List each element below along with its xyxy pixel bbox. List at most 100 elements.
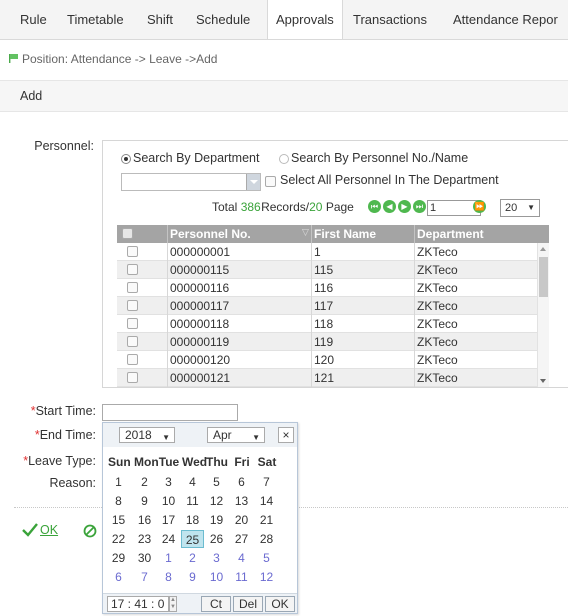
table-row[interactable]: 000000117 117 ZKTeco [117,297,537,315]
calendar-day[interactable]: 3 [205,549,228,567]
calendar-day[interactable]: 9 [133,492,156,510]
calendar-day[interactable]: 26 [205,530,228,548]
prev-page-icon[interactable]: ◀ [383,200,396,213]
calendar-day[interactable]: 28 [255,530,278,548]
calendar-day[interactable]: 23 [133,530,156,548]
calendar-day[interactable]: 2 [181,549,204,567]
calendar-day[interactable]: 11 [230,568,253,586]
column-header-first-name[interactable]: First Name [311,225,414,243]
row-checkbox[interactable] [127,282,138,293]
current-time-button[interactable]: Ct [201,596,231,612]
calendar-day[interactable]: 21 [255,511,278,529]
calendar-day[interactable]: 29 [107,549,130,567]
calendar-day[interactable]: 12 [205,492,228,510]
time-spinner[interactable]: ▲ ▼ [169,596,177,612]
year-select[interactable]: 2018 ▼ [119,427,175,443]
calendar-day[interactable]: 1 [107,473,130,491]
calendar-day[interactable]: 20 [230,511,253,529]
table-scrollbar[interactable] [537,243,549,387]
row-checkbox[interactable] [127,300,138,311]
calendar-day[interactable]: 9 [181,568,204,586]
calendar-day[interactable]: 4 [181,473,204,491]
cell-department: ZKTeco [414,369,537,387]
calendar-day[interactable]: 17 [157,511,180,529]
start-time-input[interactable] [102,404,238,421]
start-time-label-text: Start Time: [35,404,96,418]
time-input[interactable]: 17 : 41 : 0 [107,596,169,612]
row-checkbox[interactable] [127,336,138,347]
calendar-day[interactable]: 1 [157,549,180,567]
page-size-select[interactable]: 20 ▼ [500,199,540,217]
row-checkbox[interactable] [127,264,138,275]
tab-schedule[interactable]: Schedule [188,0,258,39]
calendar-day[interactable]: 19 [205,511,228,529]
calendar-day[interactable]: 8 [157,568,180,586]
row-checkbox[interactable] [127,372,138,383]
close-icon[interactable]: × [278,427,294,443]
delete-date-button[interactable]: Del [233,596,263,612]
column-header-department[interactable]: Department [414,225,549,243]
row-checkbox[interactable] [127,354,138,365]
tab-approvals[interactable]: Approvals [267,0,343,39]
row-checkbox[interactable] [127,246,138,257]
department-dropdown[interactable] [121,173,261,191]
cell-department: ZKTeco [414,315,537,333]
tab-attendance-report[interactable]: Attendance Repor [445,0,566,39]
next-page-icon[interactable]: ▶ [398,200,411,213]
last-page-icon[interactable]: ⏭ [413,200,426,213]
calendar-day-selected[interactable]: 25 [181,530,204,548]
calendar-day[interactable]: 10 [205,568,228,586]
go-page-icon[interactable]: ⏩ [473,200,486,213]
calendar-day[interactable]: 24 [157,530,180,548]
calendar-day[interactable]: 27 [230,530,253,548]
row-checkbox[interactable] [127,318,138,329]
calendar-day[interactable]: 18 [181,511,204,529]
pager-summary: Total 386 Records/20 Page [212,197,354,217]
select-all-department-checkbox[interactable] [265,176,276,187]
calendar-day[interactable]: 6 [230,473,253,491]
table-row[interactable]: 000000115 115 ZKTeco [117,261,537,279]
table-row[interactable]: 000000120 120 ZKTeco [117,351,537,369]
cell-first-name: 117 [311,297,414,315]
scrollbar-thumb[interactable] [539,257,548,297]
table-row[interactable]: 000000118 118 ZKTeco [117,315,537,333]
calendar-day[interactable]: 6 [107,568,130,586]
column-header-personnel-no[interactable]: Personnel No. [167,225,311,243]
pager-total-records: 386 [240,200,261,214]
table-row[interactable]: 000000121 121 ZKTeco [117,369,537,387]
tab-shift[interactable]: Shift [139,0,181,39]
calendar-day[interactable]: 10 [157,492,180,510]
calendar-day[interactable]: 3 [157,473,180,491]
radio-search-by-department[interactable] [121,154,131,164]
first-page-icon[interactable]: ⏮ [368,200,381,213]
cell-first-name: 115 [311,261,414,279]
calendar-day[interactable]: 22 [107,530,130,548]
radio-search-by-personnel[interactable] [279,154,289,164]
calendar-day[interactable]: 16 [133,511,156,529]
tab-rule[interactable]: Rule [12,0,55,39]
calendar-day[interactable]: 13 [230,492,253,510]
confirm-date-button[interactable]: OK [265,596,295,612]
calendar-day[interactable]: 11 [181,492,204,510]
tab-timetable[interactable]: Timetable [59,0,132,39]
table-row[interactable]: 000000119 119 ZKTeco [117,333,537,351]
calendar-day[interactable]: 5 [255,549,278,567]
calendar-day[interactable]: 8 [107,492,130,510]
select-all-rows-checkbox[interactable] [122,228,133,239]
calendar-day[interactable]: 7 [133,568,156,586]
table-row[interactable]: 000000001 1 ZKTeco [117,243,537,261]
top-nav: Rule Timetable Shift Schedule Approvals … [0,0,568,40]
calendar-day[interactable]: 30 [133,549,156,567]
calendar-day[interactable]: 15 [107,511,130,529]
month-select[interactable]: Apr ▼ [207,427,265,443]
calendar-day[interactable]: 12 [255,568,278,586]
cancel-icon[interactable] [83,524,97,538]
calendar-day[interactable]: 2 [133,473,156,491]
calendar-day[interactable]: 4 [230,549,253,567]
calendar-day[interactable]: 14 [255,492,278,510]
calendar-day[interactable]: 7 [255,473,278,491]
weekday-label: Tue [158,455,180,469]
tab-transactions[interactable]: Transactions [345,0,435,39]
table-row[interactable]: 000000116 116 ZKTeco [117,279,537,297]
calendar-day[interactable]: 5 [205,473,228,491]
